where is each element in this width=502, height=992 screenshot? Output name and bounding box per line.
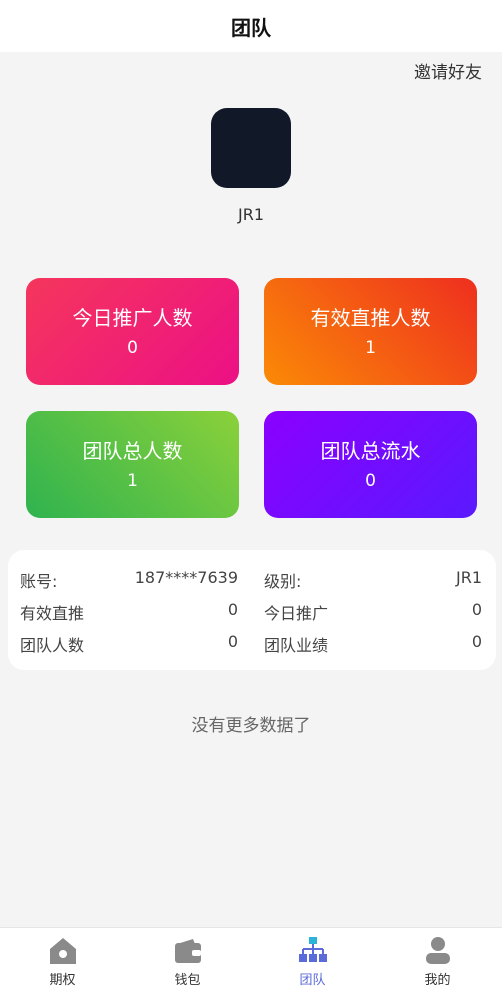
- stat-label: 团队总流水: [320, 439, 421, 463]
- team-performance-label: 团队业绩: [264, 636, 329, 655]
- level-label: 级别:: [264, 572, 302, 591]
- team-performance-value: 0: [471, 632, 482, 651]
- stat-value: 1: [365, 338, 376, 358]
- tab-wallet[interactable]: 钱包: [125, 928, 250, 992]
- tab-label: 我的: [424, 973, 451, 988]
- stat-card-valid-direct[interactable]: 有效直推人数 1: [264, 278, 477, 385]
- stat-card-today-promotions[interactable]: 今日推广人数 0: [26, 278, 239, 385]
- stat-label: 今日推广人数: [72, 306, 193, 330]
- today-promotion-label: 今日推广: [264, 604, 329, 623]
- team-icon: [299, 937, 327, 962]
- stat-value: 0: [365, 471, 376, 491]
- tab-options[interactable]: 期权: [0, 928, 125, 992]
- team-count-label: 团队人数: [20, 636, 85, 655]
- invite-friends-button[interactable]: 邀请好友: [414, 58, 482, 83]
- tab-team[interactable]: 团队: [250, 928, 375, 992]
- stat-label: 有效直推人数: [310, 306, 431, 330]
- no-more-data-text: 没有更多数据了: [191, 716, 311, 736]
- avatar: [211, 108, 291, 188]
- stat-value: 1: [127, 471, 138, 491]
- home-icon: [50, 938, 76, 964]
- account-info-panel: 账号: 187****7639 级别: JR1 有效直推 0 今日推广 0 团队…: [8, 550, 496, 670]
- top-bar: 团队: [0, 0, 502, 52]
- valid-direct-value: 0: [227, 600, 238, 619]
- stat-card-team-total[interactable]: 团队总人数 1: [26, 411, 239, 518]
- tab-mine[interactable]: 我的: [375, 928, 500, 992]
- tab-label: 期权: [49, 973, 76, 988]
- today-promotion-value: 0: [471, 600, 482, 619]
- valid-direct-label: 有效直推: [20, 604, 85, 623]
- bottom-tab-bar: 期权 钱包 团队 我的: [0, 927, 502, 992]
- level-value: JR1: [455, 568, 482, 587]
- account-label: 账号:: [20, 572, 58, 591]
- page-title: 团队: [231, 15, 271, 40]
- stat-label: 团队总人数: [82, 439, 183, 463]
- account-value: 187****7639: [134, 568, 238, 587]
- tab-label: 团队: [299, 973, 326, 988]
- stat-value: 0: [127, 338, 138, 358]
- user-icon: [426, 937, 450, 964]
- tab-label: 钱包: [174, 973, 201, 988]
- team-count-value: 0: [227, 632, 238, 651]
- username: JR1: [237, 205, 264, 224]
- wallet-icon: [175, 939, 201, 963]
- stat-card-team-volume[interactable]: 团队总流水 0: [264, 411, 477, 518]
